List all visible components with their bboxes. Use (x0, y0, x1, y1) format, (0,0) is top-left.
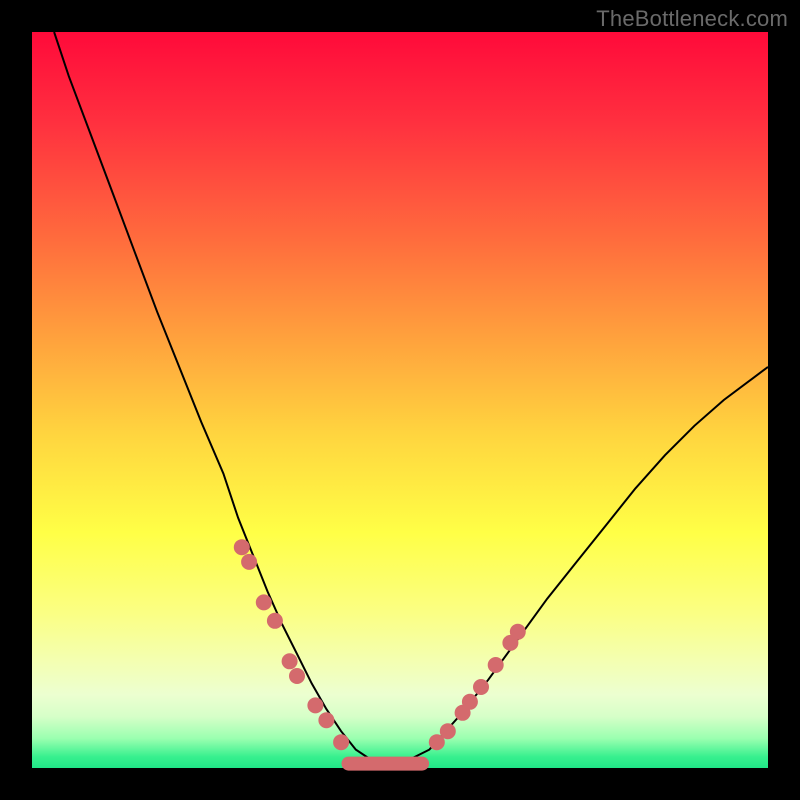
chart-plot-area (32, 32, 768, 768)
highlight-dot (289, 668, 305, 684)
highlight-dots-group (234, 539, 526, 750)
highlight-dot (318, 712, 334, 728)
highlight-dot (282, 653, 298, 669)
highlight-dot (256, 594, 272, 610)
highlight-dot (267, 613, 283, 629)
watermark-text: TheBottleneck.com (596, 6, 788, 32)
highlight-dot (462, 694, 478, 710)
highlight-dot (241, 554, 257, 570)
highlight-dot (234, 539, 250, 555)
highlight-dot (488, 657, 504, 673)
chart-svg (32, 32, 768, 768)
highlight-dot (440, 723, 456, 739)
highlight-dot (510, 624, 526, 640)
highlight-dot (307, 697, 323, 713)
bottleneck-curve (54, 32, 768, 764)
highlight-dot (473, 679, 489, 695)
highlight-dot (333, 734, 349, 750)
